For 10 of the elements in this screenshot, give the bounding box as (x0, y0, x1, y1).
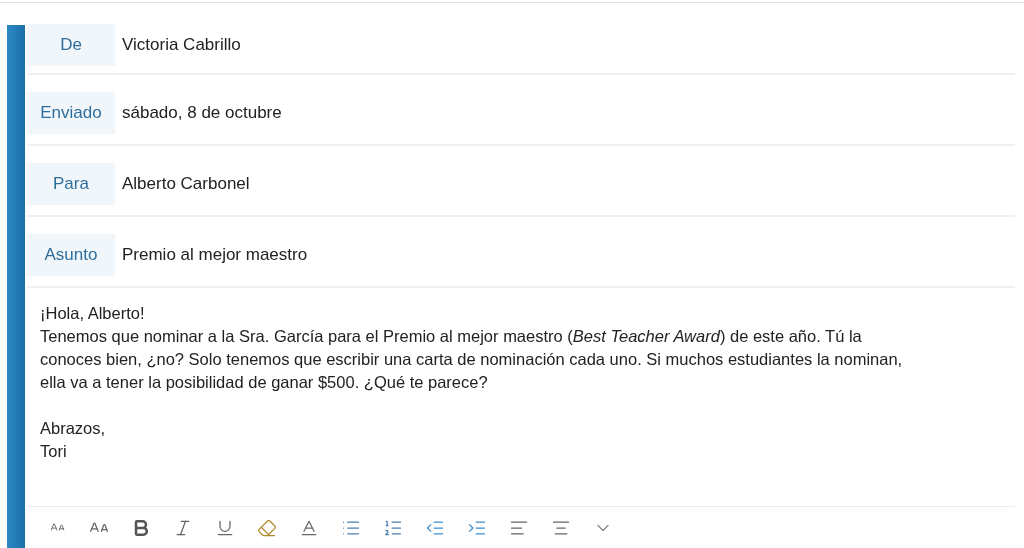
message-text: Abrazos, Tori (40, 418, 106, 462)
field-label: Enviado (27, 91, 115, 134)
field-value: Alberto Carbonel (122, 172, 250, 195)
field-label: Asunto (27, 233, 115, 276)
field-label: De (27, 24, 115, 66)
message-text: ¡Hola, Alberto! Tenemos que nominar a la Sra. García para el Premio al mejor maestro (Best Teacher Award) de este año. Tú la conoces bien, ¿no? Solo tenemos que escribir una carta de nominación cada uno. Si muchos estudiantes la nominan, ella va a tener la posibilidad de ganar $500. ¿Qué te parece? (40, 303, 903, 393)
field-label: Para (27, 162, 115, 205)
field-value: Premio al mejor maestro (122, 243, 308, 266)
field-value: sábado, 8 de octubre (122, 101, 282, 124)
field-value: Victoria Cabrillo (122, 34, 241, 57)
